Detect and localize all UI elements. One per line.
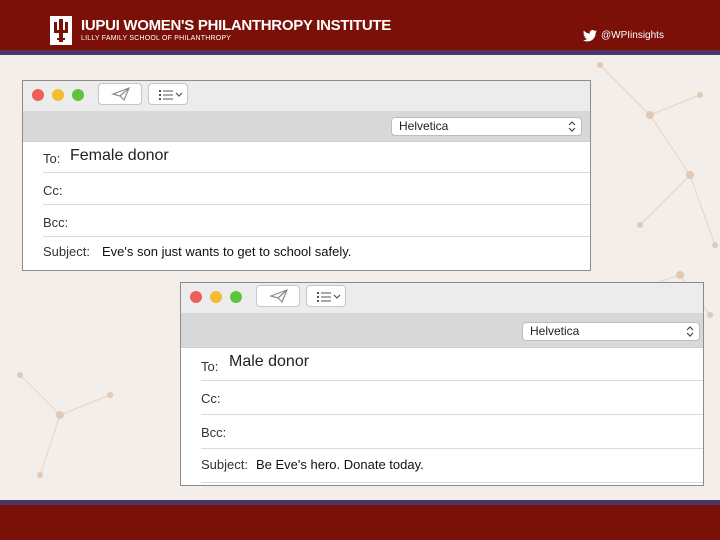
zoom-window-button[interactable] [72, 89, 84, 101]
chevron-updown-icon [686, 326, 694, 337]
school-subtitle: LILLY FAMILY SCHOOL OF PHILANTHROPY [81, 35, 232, 42]
bcc-label: Bcc: [201, 425, 227, 440]
subject-label: Subject: [43, 244, 90, 259]
bcc-row[interactable]: Bcc: [201, 415, 703, 449]
font-select[interactable]: Helvetica [522, 322, 700, 341]
zoom-window-button[interactable] [230, 291, 242, 303]
minimize-window-button[interactable] [210, 291, 222, 303]
format-button[interactable] [306, 285, 346, 307]
subject-row[interactable]: Subject: Eve's son just wants to get to … [43, 237, 590, 268]
to-value[interactable]: Female donor [70, 147, 169, 165]
cc-row[interactable]: Cc: [43, 173, 590, 205]
cc-row[interactable]: Cc: [201, 381, 703, 415]
iu-trident-icon [50, 16, 72, 45]
to-label: To: [201, 359, 219, 374]
font-select[interactable]: Helvetica [391, 117, 582, 136]
close-window-button[interactable] [32, 89, 44, 101]
to-value[interactable]: Male donor [229, 353, 309, 371]
twitter-handle[interactable]: @WPIinsights [601, 30, 664, 41]
send-button[interactable] [256, 285, 300, 307]
window-toolbar [23, 81, 590, 111]
paper-plane-icon [111, 86, 131, 102]
list-icon [317, 292, 341, 302]
cc-label: Cc: [201, 391, 221, 406]
paper-plane-icon [269, 288, 289, 304]
footer-bar [0, 505, 720, 540]
header-bar: IUPUI WOMEN'S PHILANTHROPY INSTITUTE LIL… [0, 0, 720, 50]
minimize-window-button[interactable] [52, 89, 64, 101]
font-bar: Helvetica [23, 111, 590, 142]
font-select-value: Helvetica [399, 119, 449, 133]
bcc-label: Bcc: [43, 215, 69, 230]
chevron-updown-icon [568, 121, 576, 132]
subject-row[interactable]: Subject: Be Eve's hero. Donate today. [201, 449, 703, 483]
close-window-button[interactable] [190, 291, 202, 303]
bcc-row[interactable]: Bcc: [43, 205, 590, 237]
cc-label: Cc: [43, 183, 63, 198]
email-compose-window-male: Helvetica To: Male donor Cc: Bcc: Subjec… [180, 282, 704, 486]
to-label: To: [43, 151, 61, 166]
window-toolbar [181, 283, 703, 313]
to-row[interactable]: To: Female donor [43, 141, 590, 173]
twitter-bird-icon [583, 30, 597, 42]
email-compose-window-female: Helvetica To: Female donor Cc: Bcc: Subj… [22, 80, 591, 271]
subject-label: Subject: [201, 457, 248, 472]
subject-value[interactable]: Be Eve's hero. Donate today. [256, 457, 424, 472]
format-button[interactable] [148, 83, 188, 105]
list-icon [159, 90, 183, 100]
to-row[interactable]: To: Male donor [201, 347, 703, 381]
institute-title: IUPUI WOMEN'S PHILANTHROPY INSTITUTE [81, 17, 392, 34]
subject-value[interactable]: Eve's son just wants to get to school sa… [102, 244, 351, 259]
font-select-value: Helvetica [530, 324, 580, 338]
send-button[interactable] [98, 83, 142, 105]
font-bar: Helvetica [181, 313, 703, 348]
